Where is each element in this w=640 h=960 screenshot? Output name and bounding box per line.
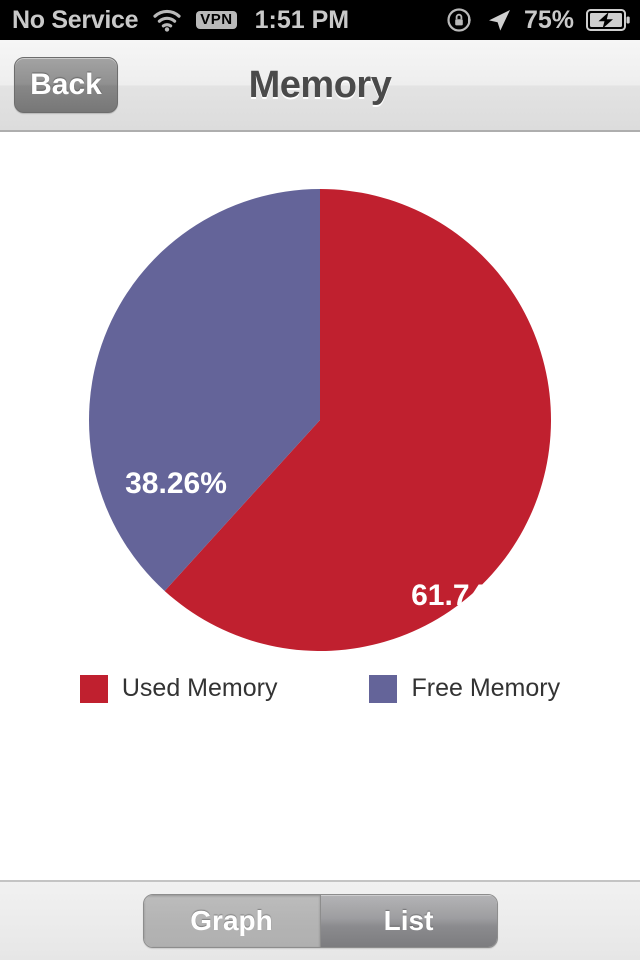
battery-percent-label: 75% — [523, 5, 574, 34]
legend-label-used-memory: Used Memory — [121, 674, 278, 702]
slice-label-used-memory: 61.74% — [411, 579, 513, 612]
legend-item-free-memory: Free Memory — [369, 674, 560, 703]
legend-swatch-used-memory — [79, 674, 108, 703]
battery-charging-icon — [586, 9, 630, 31]
back-button[interactable]: Back — [14, 57, 118, 113]
app-root: No Service VPN 1:51 PM 75% Back Memory 6… — [0, 0, 640, 960]
rotation-lock-icon — [446, 6, 474, 34]
legend-swatch-free-memory — [369, 674, 398, 703]
vpn-badge: VPN — [196, 11, 237, 29]
bottom-toolbar: Graph List — [0, 880, 640, 960]
slice-label-free-memory: 38.26% — [125, 467, 227, 500]
wifi-icon — [152, 8, 182, 32]
chart-legend: Used Memory Free Memory — [0, 674, 640, 703]
memory-pie-chart: 61.74% 38.26% — [0, 134, 640, 694]
legend-label-free-memory: Free Memory — [411, 674, 561, 702]
status-bar: No Service VPN 1:51 PM 75% — [0, 0, 640, 40]
status-bar-left: No Service VPN 1:51 PM — [0, 6, 349, 35]
segment-graph[interactable]: Graph — [143, 895, 320, 947]
status-bar-right: 75% — [446, 6, 640, 35]
carrier-label: No Service — [12, 5, 139, 34]
view-mode-segmented-control[interactable]: Graph List — [142, 894, 498, 948]
segment-list[interactable]: List — [320, 895, 497, 947]
navigation-bar: Back Memory — [0, 40, 640, 132]
pie-chart-svg: 61.74% 38.26% — [88, 188, 551, 651]
content-area: 61.74% 38.26% Used Memory Free Memory — [0, 134, 640, 880]
legend-item-used-memory: Used Memory — [79, 674, 278, 703]
location-arrow-icon — [486, 7, 512, 33]
clock-label: 1:51 PM — [254, 5, 350, 34]
